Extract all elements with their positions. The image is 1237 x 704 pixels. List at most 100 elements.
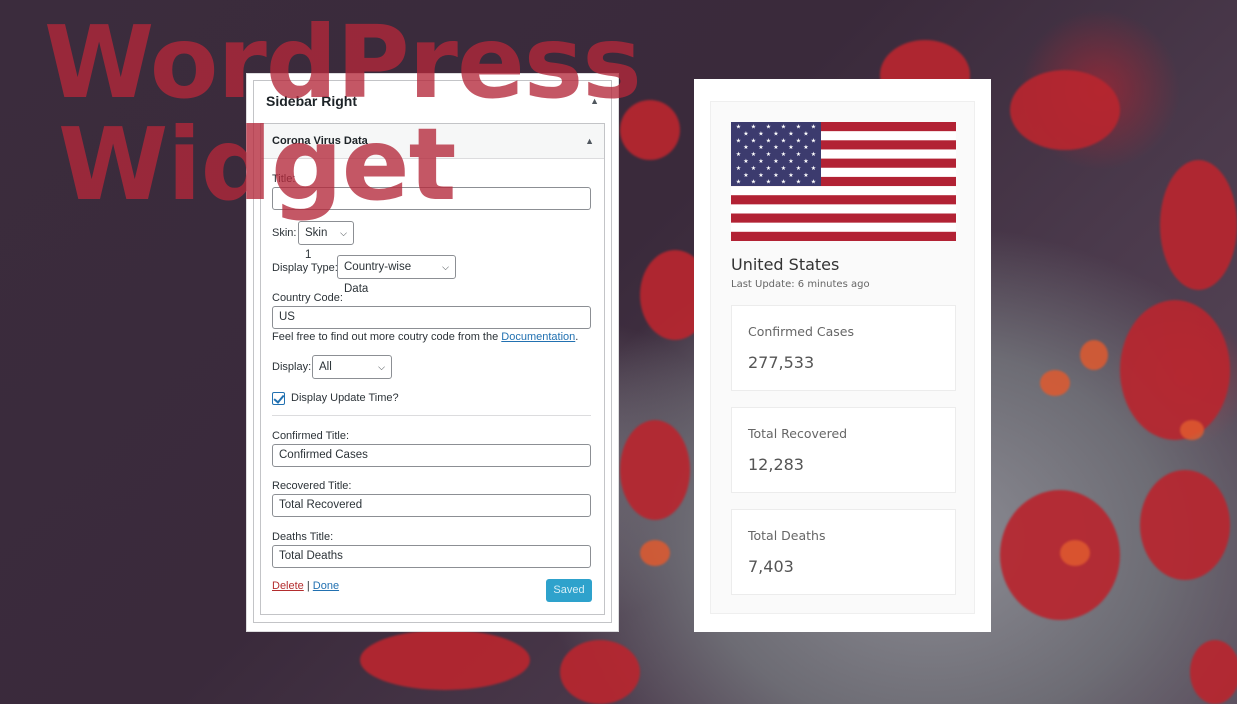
skin-label: Skin: [272, 227, 297, 239]
flag-star: ★ [803, 130, 808, 137]
flag-star: ★ [796, 151, 801, 158]
flag-star: ★ [736, 124, 741, 131]
flag-star: ★ [736, 165, 741, 172]
flag-star: ★ [803, 172, 808, 179]
widget-preview: ★ ★ ★ ★ ★ ★ ★ ★ ★ ★ ★ ★ ★ ★ ★ ★ ★ ★ ★ ★ ★ ★ ★ ★ ★ ★ ★ ★ ★ ★ ★ ★ ★ ★ ★ ★ ★ ★ ★ ★… [694, 79, 991, 632]
display-label: Display: [272, 361, 312, 373]
stat-title: Total Deaths [748, 528, 826, 543]
confirmed-title-label: Confirmed Title: [272, 430, 350, 442]
chevron-down-icon: ⌵ [340, 228, 347, 238]
display-value: All [319, 361, 332, 373]
title-label: Title: [272, 173, 296, 185]
display-type-select[interactable]: Country-wise Data ⌵ [337, 255, 456, 295]
chevron-down-icon: ⌵ [378, 362, 385, 372]
country-code-label: Country Code: [272, 292, 343, 304]
flag-star: ★ [781, 179, 786, 186]
delete-link[interactable]: Delete [272, 580, 304, 592]
skin-select[interactable]: Skin 1 ⌵ [298, 221, 354, 261]
country-code-input[interactable]: US [272, 306, 591, 329]
flag-star: ★ [796, 137, 801, 144]
flag-star: ★ [811, 165, 816, 172]
widget-actions: Delete | Done [272, 580, 339, 592]
flag-star: ★ [781, 151, 786, 158]
skin-value: Skin 1 [305, 227, 328, 261]
flag-star: ★ [788, 158, 793, 165]
flag-star: ★ [751, 151, 756, 158]
saved-button[interactable]: Saved [546, 579, 592, 602]
flag-star: ★ [788, 130, 793, 137]
help-end: . [575, 331, 579, 343]
update-time-label: Display Update Time? [291, 392, 399, 404]
stat-value: 7,403 [748, 557, 794, 576]
help-text: Feel free to find out more coutry code f… [272, 331, 502, 343]
flag-star: ★ [796, 165, 801, 172]
stat-value: 12,283 [748, 455, 804, 474]
done-link[interactable]: Done [313, 580, 339, 592]
flag-star: ★ [811, 137, 816, 144]
confirmed-title-input[interactable]: Confirmed Cases [272, 444, 591, 467]
stat-deaths: Total Deaths 7,403 [731, 509, 956, 595]
flag-star: ★ [758, 144, 763, 151]
flag-star: ★ [758, 158, 763, 165]
country-name: United States [731, 255, 840, 274]
flag-star: ★ [811, 151, 816, 158]
flag-star: ★ [743, 158, 748, 165]
flag-star: ★ [766, 165, 771, 172]
preview-card: ★ ★ ★ ★ ★ ★ ★ ★ ★ ★ ★ ★ ★ ★ ★ ★ ★ ★ ★ ★ ★ ★ ★ ★ ★ ★ ★ ★ ★ ★ ★ ★ ★ ★ ★ ★ ★ ★ ★ ★… [710, 101, 975, 614]
flag-star: ★ [811, 124, 816, 131]
flag-star: ★ [788, 172, 793, 179]
flag-star: ★ [736, 151, 741, 158]
recovered-title-label: Recovered Title: [272, 480, 352, 492]
flag-star: ★ [758, 130, 763, 137]
flag-star: ★ [773, 144, 778, 151]
flag-star: ★ [781, 165, 786, 172]
stat-title: Total Recovered [748, 426, 848, 441]
flag-star: ★ [736, 137, 741, 144]
documentation-link[interactable]: Documentation [501, 331, 575, 343]
deaths-title-label: Deaths Title: [272, 531, 334, 543]
flag-star: ★ [773, 130, 778, 137]
display-type-value: Country-wise Data [344, 261, 412, 295]
display-type-label: Display Type: [272, 262, 338, 274]
last-update: Last Update: 6 minutes ago [731, 279, 870, 290]
flag-star: ★ [796, 179, 801, 186]
flag-star: ★ [766, 137, 771, 144]
flag-star: ★ [766, 179, 771, 186]
flag-star: ★ [773, 158, 778, 165]
flag-star: ★ [773, 172, 778, 179]
flag-star: ★ [751, 179, 756, 186]
country-code-help: Feel free to find out more coutry code f… [272, 331, 578, 343]
deaths-title-input[interactable]: Total Deaths [272, 545, 591, 568]
flag-star: ★ [743, 130, 748, 137]
update-time-checkbox[interactable] [272, 392, 285, 405]
flag-star: ★ [766, 151, 771, 158]
chevron-down-icon: ⌵ [442, 262, 449, 272]
flag-star: ★ [751, 165, 756, 172]
stat-confirmed: Confirmed Cases 277,533 [731, 305, 956, 391]
stat-title: Confirmed Cases [748, 324, 854, 339]
widget-header[interactable]: Corona Virus Data ▲ [261, 124, 604, 159]
sidebar-header[interactable]: Sidebar Right ▲ [254, 81, 611, 121]
flag-star: ★ [758, 172, 763, 179]
flag-star: ★ [751, 124, 756, 131]
flag-star: ★ [781, 137, 786, 144]
flag-star: ★ [803, 158, 808, 165]
widget-collapse-icon[interactable]: ▲ [585, 136, 594, 146]
sidebar-title: Sidebar Right [266, 93, 358, 109]
display-select[interactable]: All ⌵ [312, 355, 392, 379]
flag-star: ★ [796, 124, 801, 131]
collapse-triangle-icon[interactable]: ▲ [590, 96, 599, 106]
us-flag: ★ ★ ★ ★ ★ ★★ ★ ★ ★ ★★ ★ ★ ★ ★ ★★ ★ ★ ★ ★★ ★ ★ ★ ★ ★★ ★ ★ ★ ★★ ★ ★ ★ ★ ★★… [731, 122, 956, 241]
recovered-title-input[interactable]: Total Recovered [272, 494, 591, 517]
flag-star: ★ [743, 144, 748, 151]
title-input[interactable] [272, 187, 591, 210]
stat-value: 277,533 [748, 353, 815, 372]
flag-star: ★ [803, 144, 808, 151]
flag-star: ★ [788, 144, 793, 151]
flag-star: ★ [743, 172, 748, 179]
flag-star: ★ [781, 124, 786, 131]
flag-star: ★ [736, 179, 741, 186]
flag-star: ★ [766, 124, 771, 131]
action-separator: | [306, 580, 310, 592]
corona-widget: Corona Virus Data ▲ Title: Skin: Skin 1 … [260, 123, 605, 615]
